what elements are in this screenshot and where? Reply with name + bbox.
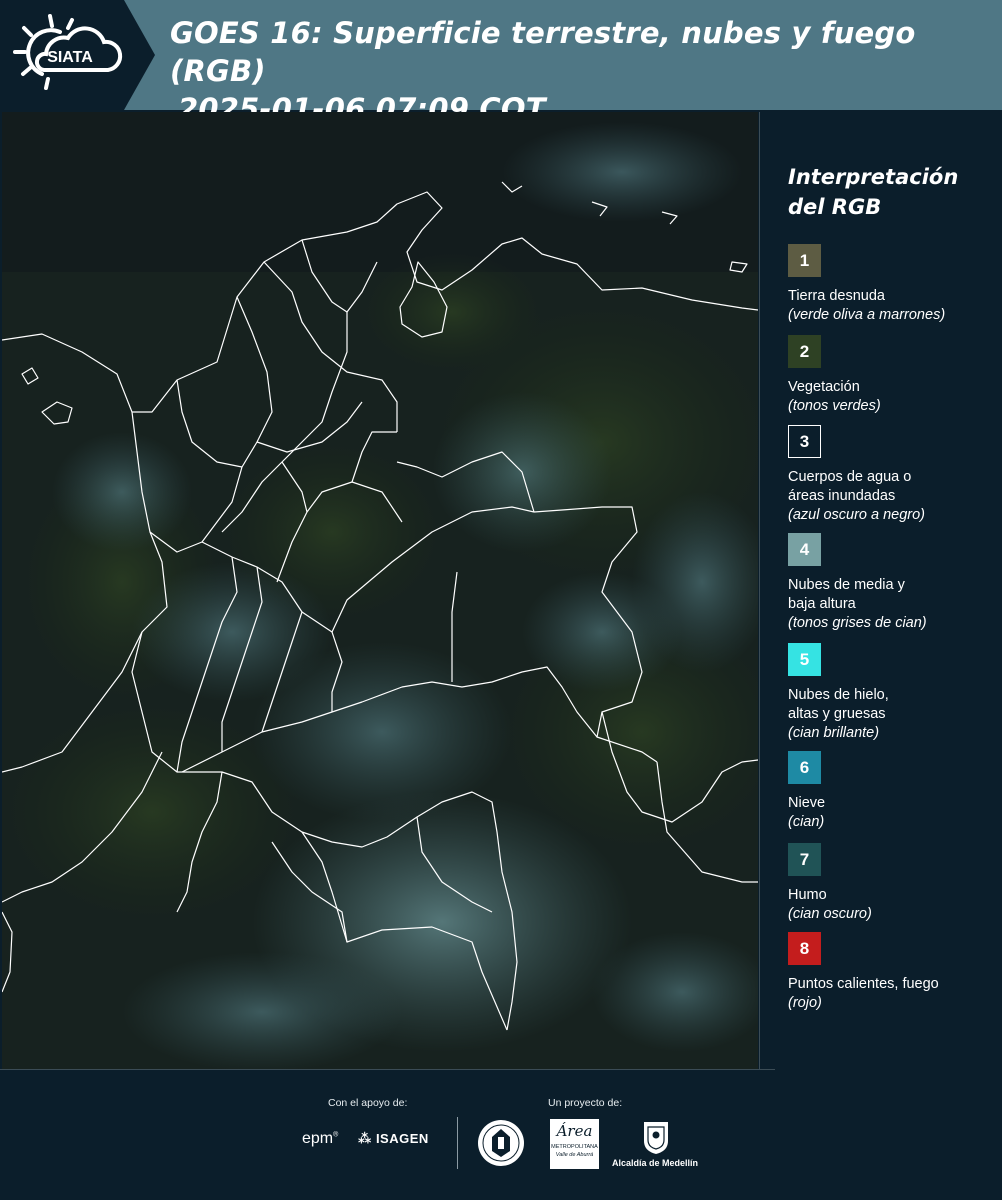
legend-sublabel: (verde oliva a marrones) — [788, 307, 946, 323]
legend-label: Nieve — [788, 795, 826, 811]
legend-label: Humo — [788, 887, 827, 903]
alcaldia-logo-text: Alcaldía de Medellín — [612, 1158, 699, 1168]
legend-label-line-2: áreas inundadas — [788, 488, 896, 504]
isagen-logo: ⁂ ISAGEN — [358, 1131, 429, 1147]
area-logo-text: Área — [556, 1122, 593, 1140]
legend-item-mid-low-clouds: 4 Nubes de media y baja altura (tonos gr… — [788, 533, 998, 633]
siata-logo: SIATA — [0, 0, 155, 110]
epm-logo-text: epm — [302, 1130, 334, 1147]
area-metropolitana-logo: Área METROPOLITANA Valle de Aburrá — [550, 1119, 599, 1169]
legend-label: Tierra desnuda — [788, 288, 885, 304]
legend-title-line-2: del RGB — [788, 195, 882, 219]
satellite-map — [2, 112, 758, 1069]
legend-label: Nubes de hielo, — [788, 687, 889, 703]
legend-swatch: 8 — [788, 932, 821, 965]
legend-item-vegetation: 2 Vegetación (tonos verdes) — [788, 335, 998, 416]
legend-sublabel: (rojo) — [788, 995, 822, 1011]
legend-swatch: 4 — [788, 533, 821, 566]
map-divider — [759, 112, 760, 1069]
legend-sublabel: (cian) — [788, 814, 825, 830]
legend-item-smoke: 7 Humo (cian oscuro) — [788, 843, 998, 924]
footer-separator — [457, 1117, 458, 1169]
sun-cloud-icon: SIATA — [13, 14, 123, 90]
legend-swatch: 7 — [788, 843, 821, 876]
legend-swatch: 6 — [788, 751, 821, 784]
header-bar: SIATA GOES 16: Superficie terrestre, nub… — [0, 0, 1002, 126]
legend-swatch: 2 — [788, 335, 821, 368]
legend-sublabel: (tonos grises de cian) — [788, 615, 927, 631]
legend-item-bare-ground: 1 Tierra desnuda (verde oliva a marrones… — [788, 244, 998, 325]
legend-label-line-2: baja altura — [788, 596, 856, 612]
legend-sublabel: (tonos verdes) — [788, 398, 881, 414]
legend-sublabel: (azul oscuro a negro) — [788, 507, 926, 523]
legend-swatch: 1 — [788, 244, 821, 277]
epm-logo: epm® — [302, 1130, 339, 1147]
isagen-icon: ⁂ — [358, 1131, 372, 1146]
legend-item-snow: 6 Nieve (cian) — [788, 751, 998, 832]
project-label: Un proyecto de: — [548, 1097, 623, 1109]
map-bottom-border — [0, 1069, 775, 1070]
legend-swatch: 5 — [788, 643, 821, 676]
legend-label: Nubes de media y — [788, 577, 905, 593]
medellin-coat-of-arms-icon — [644, 1122, 668, 1154]
page-title: GOES 16: Superficie terrestre, nubes y f… — [170, 14, 1000, 128]
siata-logo-text: SIATA — [47, 49, 93, 66]
legend-label: Puntos calientes, fuego — [788, 976, 939, 992]
legend-label: Cuerpos de agua o — [788, 469, 912, 485]
university-seal-icon — [478, 1120, 524, 1166]
isagen-logo-text: ISAGEN — [375, 1131, 429, 1146]
legend-label: Vegetación — [788, 379, 860, 395]
legend-title-line-1: Interpretación — [788, 165, 959, 189]
legend-item-fire: 8 Puntos calientes, fuego (rojo) — [788, 932, 998, 1013]
legend-item-water: 3 Cuerpos de agua o áreas inundadas (azu… — [788, 425, 998, 525]
legend-title: Interpretación del RGB — [788, 162, 988, 222]
area-logo-sub1: METROPOLITANA — [551, 1144, 598, 1150]
legend-swatch: 3 — [788, 425, 821, 458]
legend-sublabel: (cian brillante) — [788, 725, 880, 741]
legend-label-line-2: altas y gruesas — [788, 706, 886, 722]
area-logo-sub2: Valle de Aburrá — [555, 1152, 594, 1158]
legend-item-ice-clouds: 5 Nubes de hielo, altas y gruesas (cian … — [788, 643, 998, 743]
legend-sublabel: (cian oscuro) — [788, 906, 872, 922]
satellite-image — [2, 112, 758, 1069]
title-line-1: GOES 16: Superficie terrestre, nubes y f… — [170, 16, 916, 88]
support-label: Con el apoyo de: — [328, 1097, 408, 1109]
